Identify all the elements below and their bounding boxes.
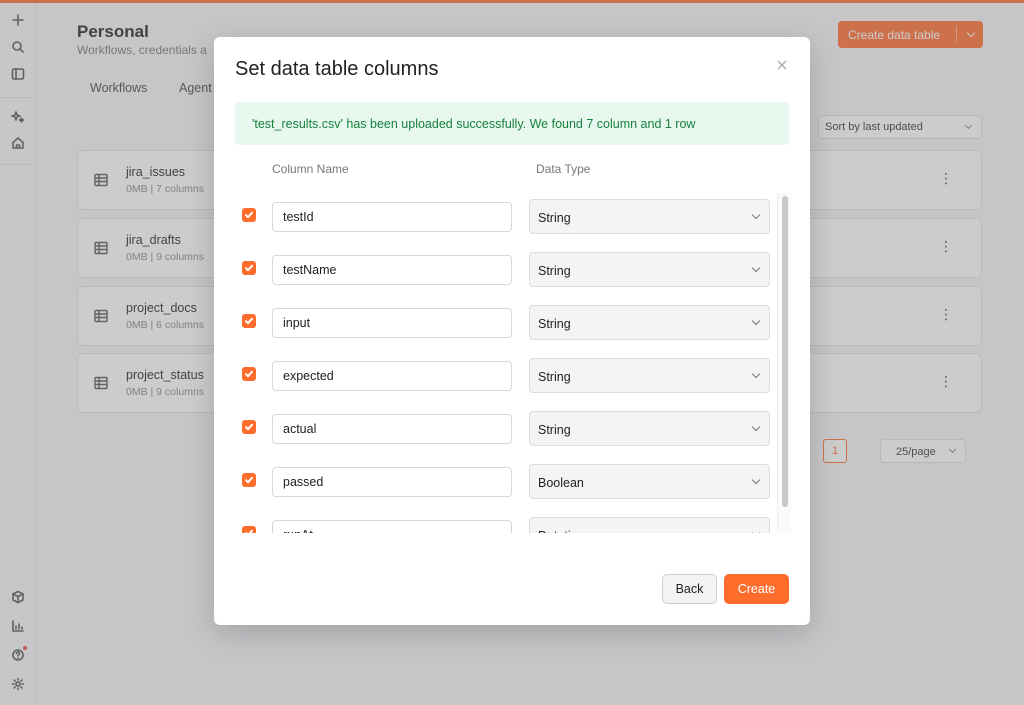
modal-title: Set data table columns: [235, 58, 439, 80]
check-icon: [245, 211, 253, 219]
column-row: String: [235, 248, 791, 288]
data-type-select[interactable]: Boolean: [529, 464, 770, 499]
back-button[interactable]: Back: [662, 574, 717, 604]
set-columns-modal: Set data table columns 'test_results.csv…: [214, 37, 810, 625]
data-type-select[interactable]: String: [529, 252, 770, 287]
check-icon: [245, 423, 253, 431]
data-type-value: String: [538, 423, 571, 437]
data-type-value: Datetime: [538, 529, 588, 533]
scrollbar-thumb[interactable]: [782, 196, 788, 507]
data-type-select[interactable]: String: [529, 305, 770, 340]
column-name-input[interactable]: [272, 520, 512, 533]
column-checkbox[interactable]: [242, 261, 256, 275]
column-row: Boolean: [235, 460, 791, 500]
data-type-value: String: [538, 317, 571, 331]
column-name-input[interactable]: [272, 202, 512, 232]
column-row: Datetime: [235, 513, 791, 533]
data-type-value: String: [538, 370, 571, 384]
chevron-down-icon: [751, 369, 761, 379]
create-button[interactable]: Create: [724, 574, 789, 604]
data-type-value: Boolean: [538, 476, 584, 490]
column-checkbox[interactable]: [242, 420, 256, 434]
data-type-value: String: [538, 211, 571, 225]
column-checkbox[interactable]: [242, 526, 256, 533]
column-row: String: [235, 301, 791, 341]
column-checkbox[interactable]: [242, 208, 256, 222]
column-name-header: Column Name: [272, 162, 349, 176]
column-row: String: [235, 195, 791, 235]
column-name-input[interactable]: [272, 255, 512, 285]
chevron-down-icon: [751, 422, 761, 432]
data-type-value: String: [538, 264, 571, 278]
column-name-input[interactable]: [272, 308, 512, 338]
data-type-header: Data Type: [536, 162, 591, 176]
close-icon[interactable]: [776, 58, 788, 70]
columns-list[interactable]: String String String String: [235, 191, 791, 533]
column-name-input[interactable]: [272, 361, 512, 391]
upload-success-alert: 'test_results.csv' has been uploaded suc…: [235, 102, 789, 145]
chevron-down-icon: [751, 316, 761, 326]
data-type-select[interactable]: String: [529, 199, 770, 234]
column-name-input[interactable]: [272, 467, 512, 497]
data-type-select[interactable]: Datetime: [529, 517, 770, 533]
check-icon: [245, 476, 253, 484]
chevron-down-icon: [751, 475, 761, 485]
data-type-select[interactable]: String: [529, 358, 770, 393]
chevron-down-icon: [751, 263, 761, 273]
column-name-input[interactable]: [272, 414, 512, 444]
check-icon: [245, 317, 253, 325]
chevron-down-icon: [751, 528, 761, 533]
columns-scrollbar[interactable]: [777, 193, 791, 533]
chevron-down-icon: [751, 210, 761, 220]
data-type-select[interactable]: String: [529, 411, 770, 446]
check-icon: [245, 370, 253, 378]
column-row: String: [235, 354, 791, 394]
check-icon: [245, 264, 253, 272]
column-checkbox[interactable]: [242, 473, 256, 487]
column-checkbox[interactable]: [242, 314, 256, 328]
check-icon: [245, 529, 253, 533]
column-row: String: [235, 407, 791, 447]
column-checkbox[interactable]: [242, 367, 256, 381]
